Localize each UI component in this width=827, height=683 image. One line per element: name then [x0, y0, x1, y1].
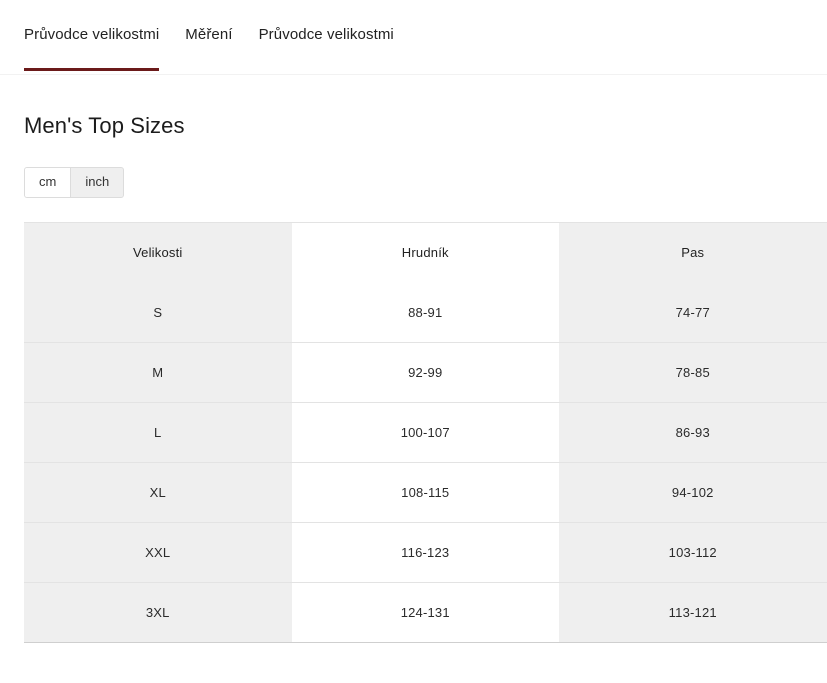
- tab-label: Průvodce velikostmi: [259, 26, 394, 43]
- cell-chest: 92-99: [292, 342, 560, 402]
- cell-chest: 116-123: [292, 522, 560, 582]
- tab-pruvodce-velikostmi-2[interactable]: Průvodce velikostmi: [259, 0, 394, 44]
- tab-label: Měření: [185, 26, 232, 43]
- cell-size: S: [24, 282, 292, 342]
- cell-waist: 103-112: [559, 522, 827, 582]
- cell-chest: 100-107: [292, 402, 560, 462]
- tab-label: Průvodce velikostmi: [24, 26, 159, 43]
- cell-chest: 88-91: [292, 282, 560, 342]
- unit-button-cm[interactable]: cm: [25, 168, 70, 197]
- size-table-container: Velikosti Hrudník Pas Bok S 88-91 74-77 …: [24, 222, 827, 643]
- cell-size: M: [24, 342, 292, 402]
- unit-button-inch[interactable]: inch: [70, 168, 123, 197]
- column-header-hrudnik: Hrudník: [292, 222, 560, 282]
- cell-waist: 94-102: [559, 462, 827, 522]
- cell-waist: 86-93: [559, 402, 827, 462]
- cell-size: XXL: [24, 522, 292, 582]
- table-row: L 100-107 86-93 99-106: [24, 402, 827, 462]
- cell-waist: 113-121: [559, 582, 827, 642]
- table-row: XXL 116-123 103-112 115-122: [24, 522, 827, 582]
- table-row: 3XL 124-131 113-121 123-130: [24, 582, 827, 642]
- cell-chest: 108-115: [292, 462, 560, 522]
- unit-toggle-group: cm inch: [24, 167, 124, 198]
- tab-mereni[interactable]: Měření: [185, 0, 232, 44]
- page-title: Men's Top Sizes: [24, 113, 827, 139]
- cell-size: 3XL: [24, 582, 292, 642]
- tab-bar: Průvodce velikostmi Měření Průvodce veli…: [0, 0, 827, 75]
- column-header-pas: Pas: [559, 222, 827, 282]
- size-table: Velikosti Hrudník Pas Bok S 88-91 74-77 …: [24, 222, 827, 643]
- table-row: XL 108-115 94-102 107-114: [24, 462, 827, 522]
- column-header-velikosti: Velikosti: [24, 222, 292, 282]
- table-row: M 92-99 78-85 91-98: [24, 342, 827, 402]
- cell-waist: 78-85: [559, 342, 827, 402]
- cell-chest: 124-131: [292, 582, 560, 642]
- tab-pruvodce-velikostmi-1[interactable]: Průvodce velikostmi: [24, 0, 159, 44]
- table-header-row: Velikosti Hrudník Pas Bok: [24, 222, 827, 282]
- cell-size: XL: [24, 462, 292, 522]
- table-row: S 88-91 74-77 87-90: [24, 282, 827, 342]
- cell-size: L: [24, 402, 292, 462]
- cell-waist: 74-77: [559, 282, 827, 342]
